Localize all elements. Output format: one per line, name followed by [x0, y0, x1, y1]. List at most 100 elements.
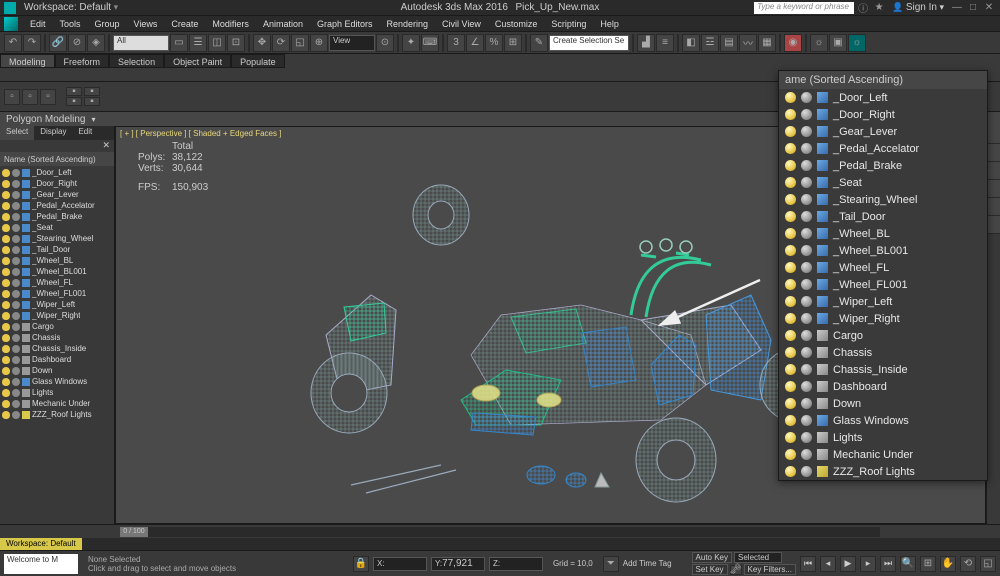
- nav-orbit-button[interactable]: ⟲: [960, 556, 976, 572]
- menu-create[interactable]: Create: [165, 18, 204, 30]
- nav-maximize-button[interactable]: ◱: [980, 556, 996, 572]
- move-button[interactable]: ✥: [253, 34, 271, 52]
- visibility-bulb-icon[interactable]: [785, 177, 796, 188]
- freeze-icon[interactable]: [12, 389, 20, 397]
- freeze-icon[interactable]: [801, 245, 812, 256]
- select-region-button[interactable]: ◫: [208, 34, 226, 52]
- maxscript-listener[interactable]: Welcome to M: [4, 554, 78, 574]
- poly-btn-5[interactable]: ▪: [66, 97, 82, 106]
- z-coord-input[interactable]: Z:: [489, 557, 543, 571]
- render-frame-button[interactable]: ▣: [829, 34, 847, 52]
- visibility-bulb-icon[interactable]: [2, 169, 10, 177]
- enlarged-scene-row[interactable]: _Door_Left: [779, 89, 987, 106]
- scene-row[interactable]: Dashboard: [0, 354, 114, 365]
- enlarged-scene-row[interactable]: _Wiper_Right: [779, 310, 987, 327]
- render-setup-button[interactable]: ☼: [810, 34, 828, 52]
- visibility-bulb-icon[interactable]: [2, 202, 10, 210]
- play-button[interactable]: ▶: [840, 556, 856, 572]
- scene-row[interactable]: Chassis: [0, 332, 114, 343]
- cmd-tab-motion[interactable]: [987, 180, 1000, 198]
- scene-row[interactable]: _Tail_Door: [0, 244, 114, 255]
- freeze-icon[interactable]: [801, 126, 812, 137]
- visibility-bulb-icon[interactable]: [785, 466, 796, 477]
- pivot-button[interactable]: ⊙: [376, 34, 394, 52]
- prev-frame-button[interactable]: ◂: [820, 556, 836, 572]
- menu-edit[interactable]: Edit: [24, 18, 52, 30]
- visibility-bulb-icon[interactable]: [2, 389, 10, 397]
- freeze-icon[interactable]: [801, 109, 812, 120]
- poly-btn-2[interactable]: ▫: [22, 89, 38, 105]
- window-crossing-button[interactable]: ⊡: [227, 34, 245, 52]
- x-coord-input[interactable]: X:: [373, 557, 427, 571]
- visibility-bulb-icon[interactable]: [2, 356, 10, 364]
- scene-row[interactable]: _Door_Left: [0, 167, 114, 178]
- freeze-icon[interactable]: [12, 279, 20, 287]
- poly-btn-7[interactable]: ▪: [84, 97, 100, 106]
- enlarged-scene-row[interactable]: _Pedal_Accelator: [779, 140, 987, 157]
- visibility-bulb-icon[interactable]: [2, 290, 10, 298]
- visibility-bulb-icon[interactable]: [785, 262, 796, 273]
- link-button[interactable]: 🔗: [49, 34, 67, 52]
- material-editor-button[interactable]: ◉: [784, 34, 802, 52]
- ribbon-toggle-button[interactable]: ▤: [720, 34, 738, 52]
- timeline[interactable]: 0 / 100: [0, 524, 1000, 538]
- scene-row[interactable]: _Stearing_Wheel: [0, 233, 114, 244]
- enlarged-scene-row[interactable]: _Wheel_BL: [779, 225, 987, 242]
- star-icon[interactable]: ★: [872, 2, 886, 14]
- freeze-icon[interactable]: [801, 279, 812, 290]
- enlarged-scene-row[interactable]: _Wheel_FL: [779, 259, 987, 276]
- enlarged-scene-row[interactable]: Cargo: [779, 327, 987, 344]
- keyboard-shortcut-button[interactable]: ⌨: [421, 34, 439, 52]
- visibility-bulb-icon[interactable]: [2, 180, 10, 188]
- scene-tab-display[interactable]: Display: [34, 126, 72, 140]
- visibility-bulb-icon[interactable]: [785, 126, 796, 137]
- visibility-bulb-icon[interactable]: [785, 364, 796, 375]
- y-coord-input[interactable]: Y:77,921: [431, 557, 485, 571]
- visibility-bulb-icon[interactable]: [2, 345, 10, 353]
- scene-row[interactable]: Lights: [0, 387, 114, 398]
- freeze-icon[interactable]: [12, 301, 20, 309]
- visibility-bulb-icon[interactable]: [785, 109, 796, 120]
- freeze-icon[interactable]: [12, 290, 20, 298]
- freeze-icon[interactable]: [801, 449, 812, 460]
- scene-list[interactable]: _Door_Left_Door_Right_Gear_Lever_Pedal_A…: [0, 166, 114, 524]
- scene-row[interactable]: ZZZ_Roof Lights: [0, 409, 114, 420]
- visibility-bulb-icon[interactable]: [785, 245, 796, 256]
- edit-named-sel-button[interactable]: ✎: [530, 34, 548, 52]
- freeze-icon[interactable]: [801, 262, 812, 273]
- freeze-icon[interactable]: [801, 398, 812, 409]
- freeze-icon[interactable]: [801, 92, 812, 103]
- freeze-icon[interactable]: [12, 235, 20, 243]
- freeze-icon[interactable]: [801, 347, 812, 358]
- scene-explorer-button[interactable]: ☲: [701, 34, 719, 52]
- menu-modifiers[interactable]: Modifiers: [206, 18, 255, 30]
- scene-row[interactable]: _Wheel_FL001: [0, 288, 114, 299]
- freeze-icon[interactable]: [801, 432, 812, 443]
- enlarged-scene-row[interactable]: _Wheel_BL001: [779, 242, 987, 259]
- visibility-bulb-icon[interactable]: [2, 213, 10, 221]
- workspace-label[interactable]: Workspace: Default: [0, 538, 82, 550]
- enlarged-scene-row[interactable]: _Pedal_Brake: [779, 157, 987, 174]
- menu-tools[interactable]: Tools: [54, 18, 87, 30]
- visibility-bulb-icon[interactable]: [785, 398, 796, 409]
- freeze-icon[interactable]: [12, 224, 20, 232]
- visibility-bulb-icon[interactable]: [2, 268, 10, 276]
- visibility-bulb-icon[interactable]: [785, 313, 796, 324]
- enlarged-scene-row[interactable]: _Tail_Door: [779, 208, 987, 225]
- visibility-bulb-icon[interactable]: [2, 411, 10, 419]
- workspace-selector[interactable]: Workspace: Default ▾: [24, 2, 118, 13]
- freeze-icon[interactable]: [12, 257, 20, 265]
- visibility-bulb-icon[interactable]: [2, 246, 10, 254]
- render-button[interactable]: ☼: [848, 34, 866, 52]
- autokey-button[interactable]: Auto Key: [692, 552, 732, 563]
- minimize-button[interactable]: —: [950, 2, 964, 14]
- enlarged-scene-row[interactable]: Chassis: [779, 344, 987, 361]
- selected-dropdown[interactable]: Selected: [734, 552, 782, 563]
- visibility-bulb-icon[interactable]: [785, 432, 796, 443]
- menu-civilview[interactable]: Civil View: [436, 18, 487, 30]
- visibility-bulb-icon[interactable]: [785, 296, 796, 307]
- nav-zoom-button[interactable]: 🔍: [900, 556, 916, 572]
- freeze-icon[interactable]: [801, 211, 812, 222]
- freeze-icon[interactable]: [12, 312, 20, 320]
- menu-help[interactable]: Help: [594, 18, 625, 30]
